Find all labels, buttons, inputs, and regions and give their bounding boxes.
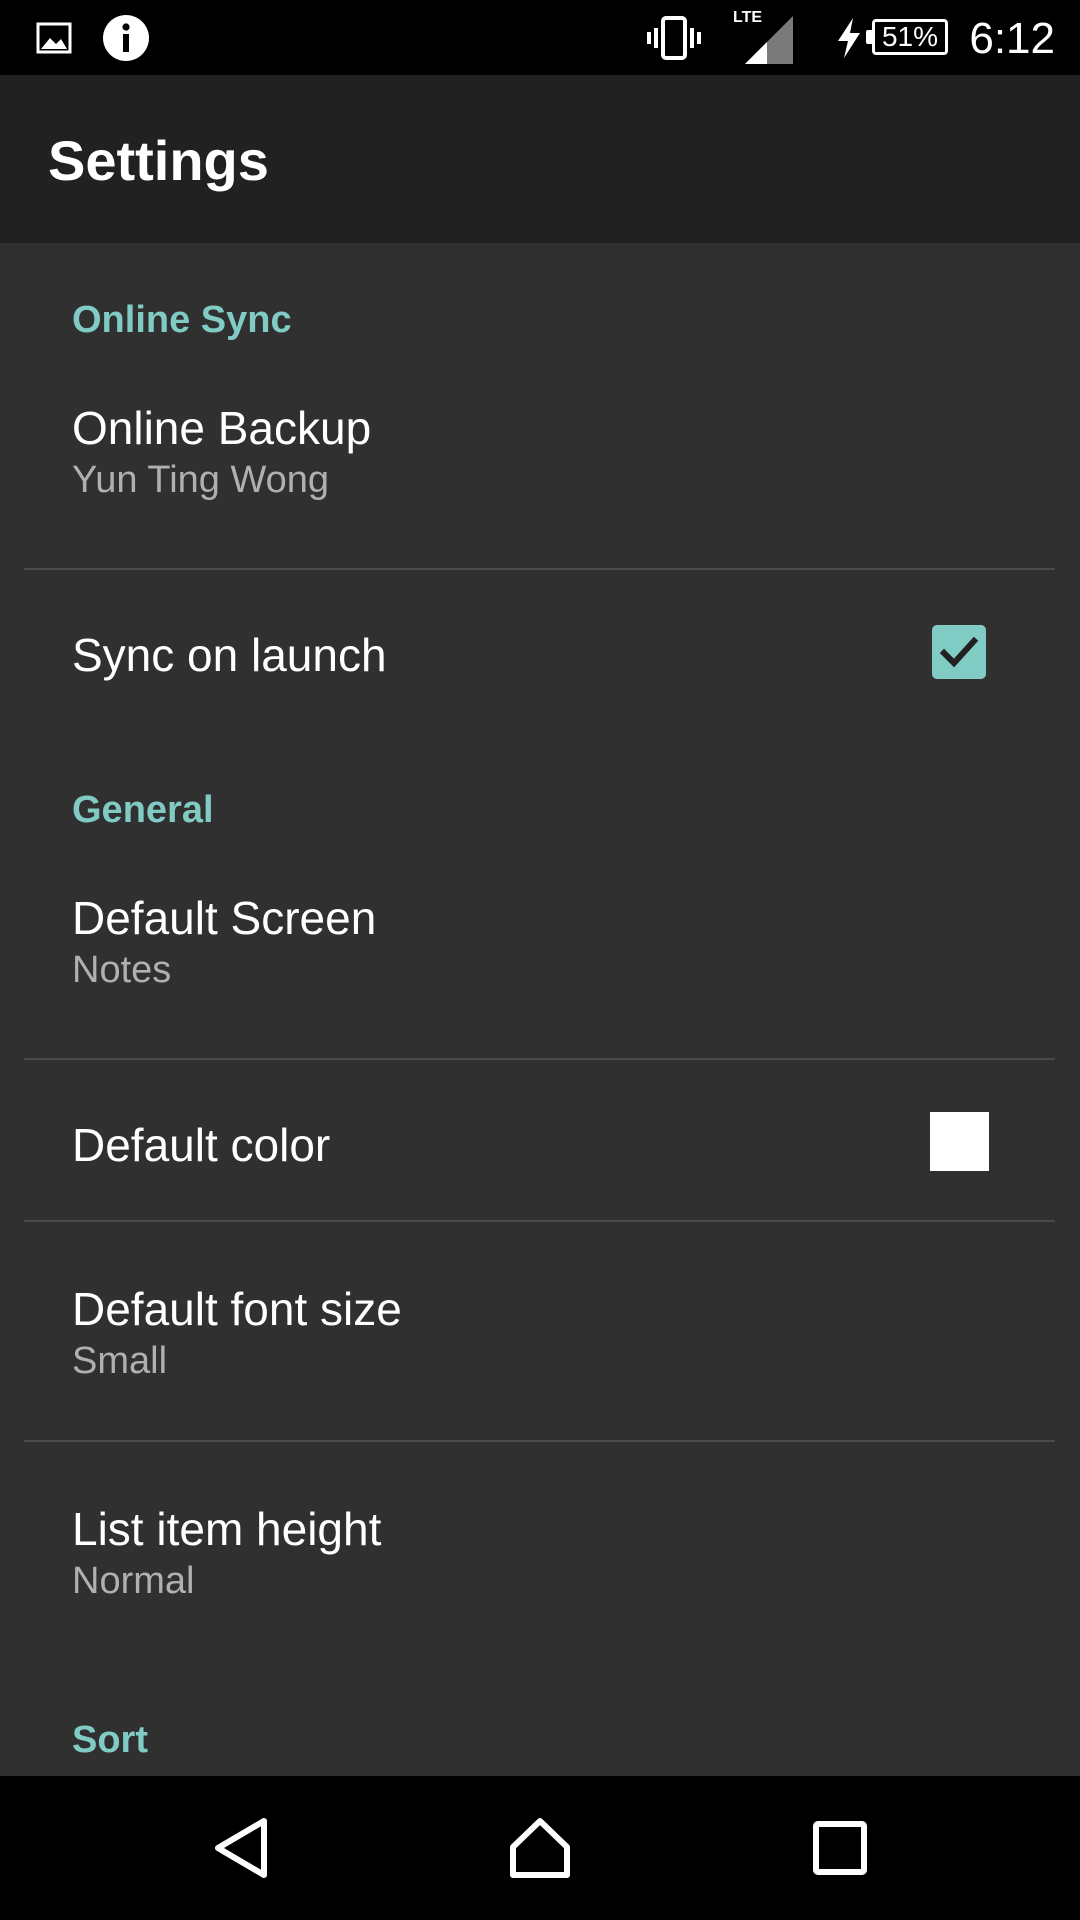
clock: 6:12 [969, 14, 1055, 63]
pref-online-backup[interactable]: Online Backup Yun Ting Wong [0, 371, 1080, 531]
signal-icon: LTE [730, 0, 796, 75]
pref-summary: Small [72, 1340, 168, 1382]
recents-icon[interactable] [760, 1776, 920, 1920]
home-icon[interactable] [460, 1776, 620, 1920]
toolbar: Settings [0, 75, 1080, 243]
pref-summary: Yun Ting Wong [72, 459, 330, 501]
page-title: Settings [48, 129, 269, 192]
section-header-online-sync: Online Sync [72, 299, 292, 341]
pref-sync-on-launch[interactable]: Sync on launch [0, 570, 1080, 735]
pref-summary: Normal [72, 1560, 195, 1602]
status-bar: LTE 51% 6:12 [0, 0, 1080, 75]
pref-title: Default font size [72, 1283, 402, 1335]
back-icon[interactable] [162, 1776, 322, 1920]
pref-default-font-size[interactable]: Default font size Small [0, 1222, 1080, 1422]
pref-title: Default Screen [72, 892, 377, 944]
section-header-sort: Sort [72, 1719, 148, 1761]
navigation-bar [0, 1776, 1080, 1920]
info-icon [100, 0, 152, 75]
charging-icon [832, 0, 866, 75]
section-header-general: General [72, 789, 214, 831]
sync-checkbox[interactable] [932, 625, 986, 679]
pref-default-color[interactable]: Default color [0, 1060, 1080, 1220]
pref-title: Online Backup [72, 402, 372, 454]
vibrate-icon [645, 0, 703, 75]
battery-level: 51% [872, 19, 948, 55]
pref-summary: Notes [72, 949, 172, 991]
checkmark-icon [939, 636, 979, 668]
settings-list[interactable]: Online Sync Online Backup Yun Ting Wong … [0, 243, 1080, 1776]
svg-text:LTE: LTE [733, 9, 762, 26]
pref-title: List item height [72, 1503, 382, 1555]
pref-list-item-height[interactable]: List item height Normal [0, 1442, 1080, 1642]
color-swatch[interactable] [930, 1112, 989, 1171]
pref-default-screen[interactable]: Default Screen Notes [0, 861, 1080, 1021]
image-icon [34, 0, 74, 75]
pref-title: Sync on launch [72, 629, 387, 681]
pref-title: Default color [72, 1119, 331, 1171]
